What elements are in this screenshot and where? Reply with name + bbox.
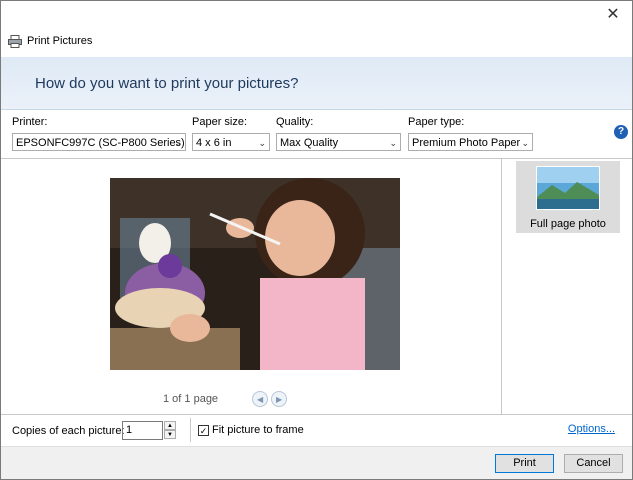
- close-button[interactable]: ✕: [602, 5, 624, 25]
- page-indicator: 1 of 1 page: [163, 393, 219, 405]
- paper-type-label: Paper type:: [408, 116, 465, 128]
- options-link[interactable]: Options...: [568, 423, 615, 435]
- paper-type-value: Premium Photo Paper: [412, 137, 521, 149]
- printer-control: Printer: EPSONFC997C (SC-P800 Series) ⌄: [12, 116, 186, 151]
- print-pictures-dialog: ✕ Print Pictures How do you want to prin…: [0, 0, 633, 480]
- layout-label: Full page photo: [530, 218, 606, 230]
- print-button[interactable]: Print: [495, 454, 554, 473]
- fit-to-frame-checkbox[interactable]: ✓: [198, 424, 209, 436]
- next-page-button[interactable]: ▶: [271, 391, 288, 407]
- title-bar: Print Pictures: [8, 33, 92, 49]
- photo-preview: [110, 178, 400, 370]
- stepper-up-icon[interactable]: ▲: [164, 421, 176, 430]
- footer: Print Cancel: [1, 446, 632, 479]
- pager: 1 of 1 page ◀ ▶: [163, 391, 288, 407]
- fit-to-frame[interactable]: ✓ Fit picture to frame: [198, 424, 304, 436]
- paper-type-control: Paper type: Premium Photo Paper ⌄: [408, 116, 533, 151]
- cancel-button[interactable]: Cancel: [564, 454, 623, 473]
- paper-size-control: Paper size: 4 x 6 in ⌄: [192, 116, 270, 151]
- quality-label: Quality:: [276, 116, 314, 128]
- chevron-down-icon: ⌄: [521, 138, 529, 148]
- chevron-down-icon: ⌄: [258, 138, 266, 148]
- photo-image: [110, 178, 400, 370]
- fit-to-frame-label: Fit picture to frame: [212, 424, 304, 436]
- layout-item-full-page-photo[interactable]: Full page photo: [516, 161, 620, 233]
- quality-select[interactable]: Max Quality ⌄: [276, 133, 401, 151]
- window-title: Print Pictures: [27, 35, 93, 47]
- paper-size-label: Paper size:: [192, 116, 248, 128]
- paper-type-select[interactable]: Premium Photo Paper ⌄: [408, 133, 533, 151]
- printer-label: Printer:: [12, 116, 48, 128]
- arrow-right-icon: ▶: [275, 395, 283, 404]
- printer-value: EPSONFC997C (SC-P800 Series): [16, 137, 185, 149]
- copies-label: Copies of each picture:: [12, 425, 125, 437]
- copies-input[interactable]: 1: [122, 421, 163, 440]
- copies-bar: Copies of each picture: 1 ▲ ▼ ✓ Fit pict…: [1, 414, 632, 446]
- previous-page-button[interactable]: ◀: [252, 391, 269, 407]
- arrow-left-icon: ◀: [256, 395, 264, 404]
- help-icon[interactable]: ?: [614, 125, 628, 139]
- layout-thumbnail: [536, 166, 600, 210]
- printer-select[interactable]: EPSONFC997C (SC-P800 Series) ⌄: [12, 133, 186, 151]
- banner: How do you want to print your pictures?: [1, 57, 632, 110]
- close-icon: ✕: [606, 6, 620, 23]
- paper-size-select[interactable]: 4 x 6 in ⌄: [192, 133, 270, 151]
- divider: [190, 418, 191, 442]
- layout-list: Full page photo: [501, 158, 632, 415]
- preview-pane: 1 of 1 page ◀ ▶: [1, 158, 502, 415]
- quality-control: Quality: Max Quality ⌄: [276, 116, 401, 151]
- print-settings: Printer: EPSONFC997C (SC-P800 Series) ⌄ …: [1, 110, 632, 158]
- chevron-down-icon: ⌄: [389, 138, 397, 148]
- quality-value: Max Quality: [280, 137, 339, 149]
- paper-size-value: 4 x 6 in: [196, 137, 232, 149]
- banner-heading: How do you want to print your pictures?: [35, 75, 299, 92]
- printer-icon: [8, 34, 22, 48]
- stepper-down-icon[interactable]: ▼: [164, 430, 176, 439]
- chevron-down-icon: ⌄: [174, 138, 182, 148]
- copies-stepper[interactable]: ▲ ▼: [164, 421, 176, 440]
